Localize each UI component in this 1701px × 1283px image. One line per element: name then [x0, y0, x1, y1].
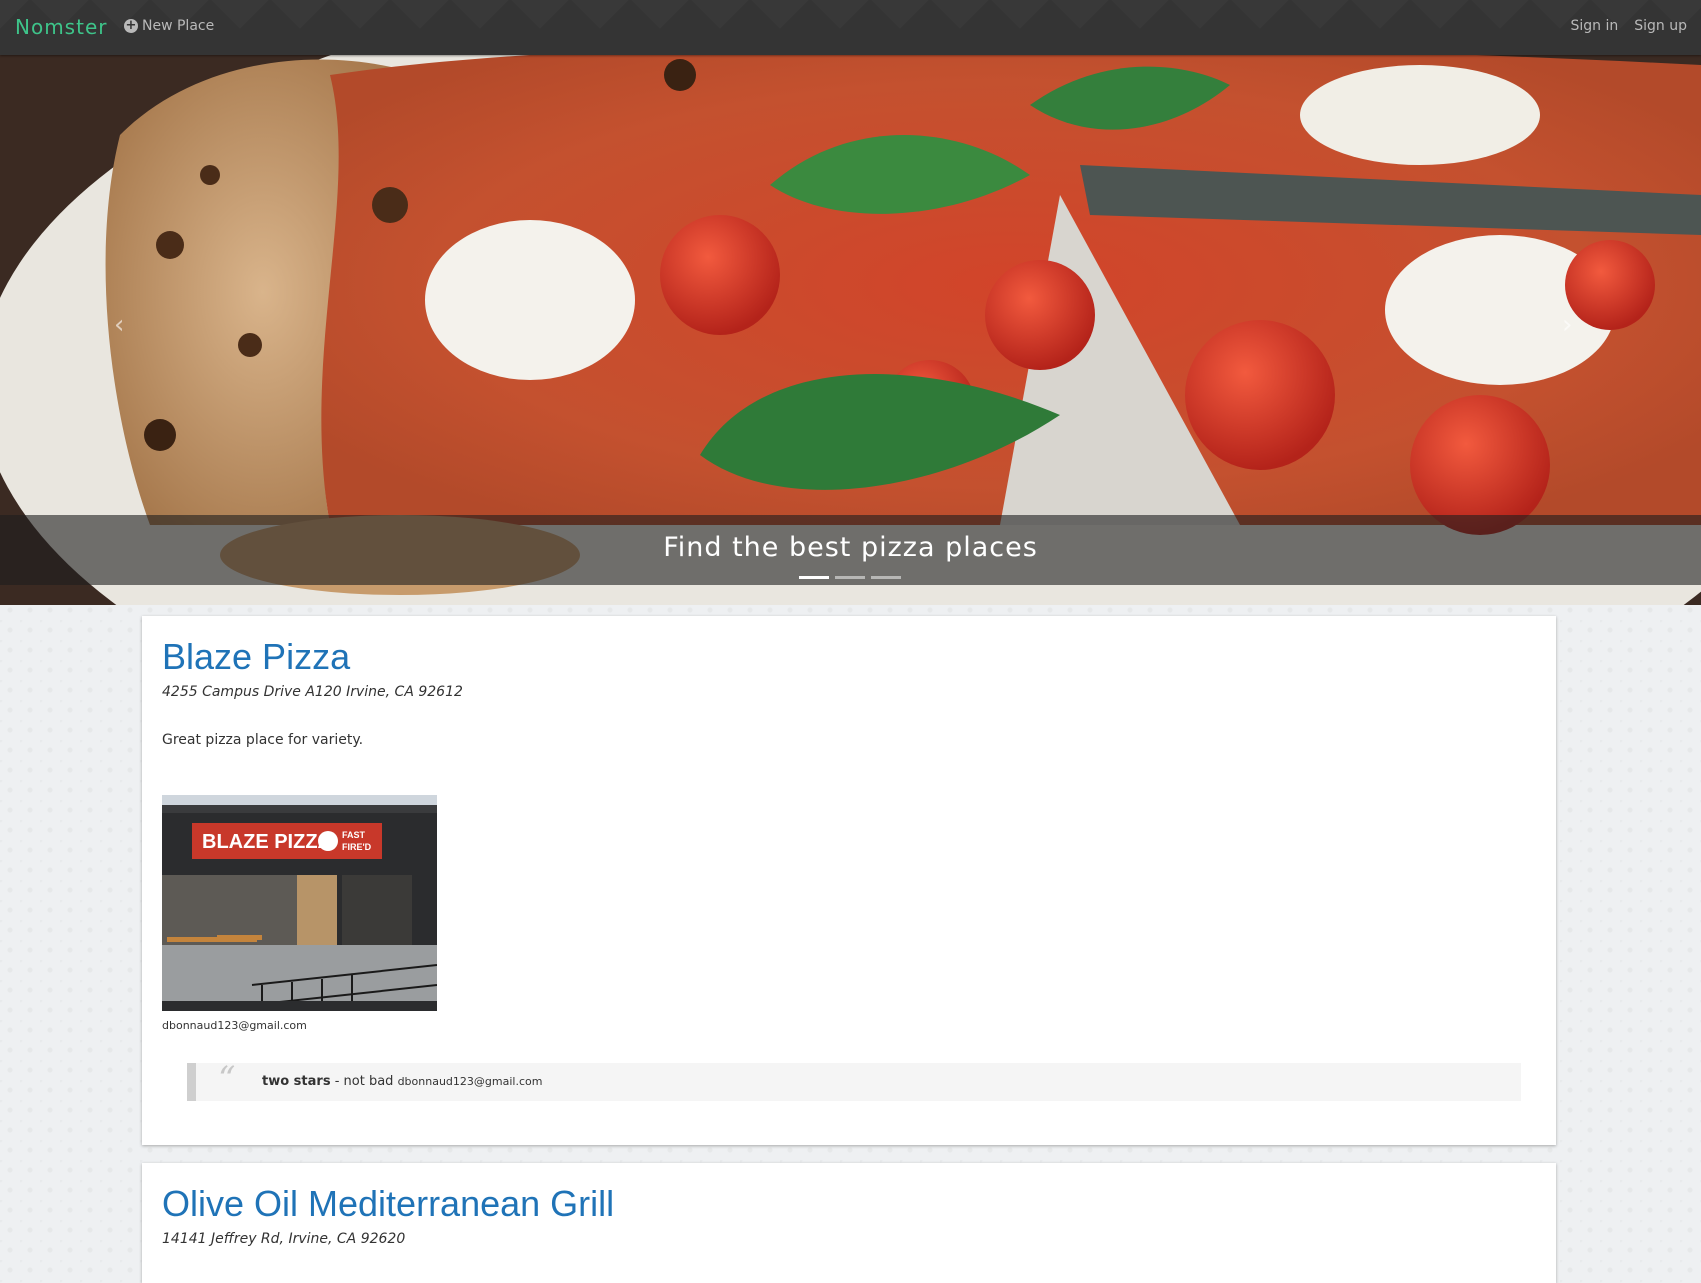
sign-up-link[interactable]: Sign up — [1634, 18, 1687, 34]
place-description: Great pizza place for variety. — [162, 732, 364, 748]
new-place-label: New Place — [142, 18, 215, 34]
chevron-right-icon[interactable]: › — [1562, 310, 1572, 340]
plus-circle-icon: + — [124, 18, 138, 33]
carousel-indicators — [799, 576, 901, 579]
place-name-link[interactable]: Olive Oil Mediterranean Grill — [162, 1183, 614, 1225]
carousel-indicator[interactable] — [871, 576, 901, 579]
place-photo: BLAZE PIZZA FAST FIRE'D — [162, 795, 437, 1011]
sign-in-link[interactable]: Sign in — [1571, 18, 1619, 34]
top-navbar: Nomster + New Place Sign in Sign up — [0, 0, 1701, 55]
place-name-link[interactable]: Blaze Pizza — [162, 636, 350, 678]
carousel-indicator[interactable] — [799, 576, 829, 579]
review-blockquote: “ two stars - not bad dbonnaud123@gmail.… — [187, 1059, 1521, 1101]
place-address: 4255 Campus Drive A120 Irvine, CA 92612 — [162, 684, 463, 700]
hero-caption: Find the best pizza places — [663, 532, 1038, 563]
review-text: not bad — [343, 1074, 394, 1089]
place-card: Blaze Pizza 4255 Campus Drive A120 Irvin… — [142, 616, 1556, 1145]
review-line: two stars - not bad dbonnaud123@gmail.co… — [262, 1074, 542, 1089]
chevron-left-icon[interactable]: ‹ — [114, 310, 124, 340]
place-card: Olive Oil Mediterranean Grill 14141 Jeff… — [142, 1163, 1556, 1283]
place-address: 14141 Jeffrey Rd, Irvine, CA 92620 — [162, 1231, 406, 1247]
carousel-indicator[interactable] — [835, 576, 865, 579]
review-rating: two stars — [262, 1074, 331, 1089]
storefront-image: BLAZE PIZZA FAST FIRE'D — [162, 795, 437, 1011]
auth-links: Sign in Sign up — [1571, 18, 1688, 34]
quote-icon: “ — [218, 1059, 236, 1099]
review-author: dbonnaud123@gmail.com — [397, 1075, 543, 1088]
storefront-tag-fired: FIRE'D — [342, 842, 372, 852]
uploader-email: dbonnaud123@gmail.com — [162, 1019, 307, 1032]
review-separator: - — [330, 1074, 344, 1089]
storefront-tag-fast: FAST — [342, 830, 366, 840]
new-place-link[interactable]: + New Place — [124, 18, 214, 34]
storefront-sign-text: BLAZE PIZZA — [202, 831, 332, 853]
brand-logo[interactable]: Nomster — [15, 15, 107, 39]
hero-carousel: Find the best pizza places ‹ › — [0, 55, 1701, 605]
